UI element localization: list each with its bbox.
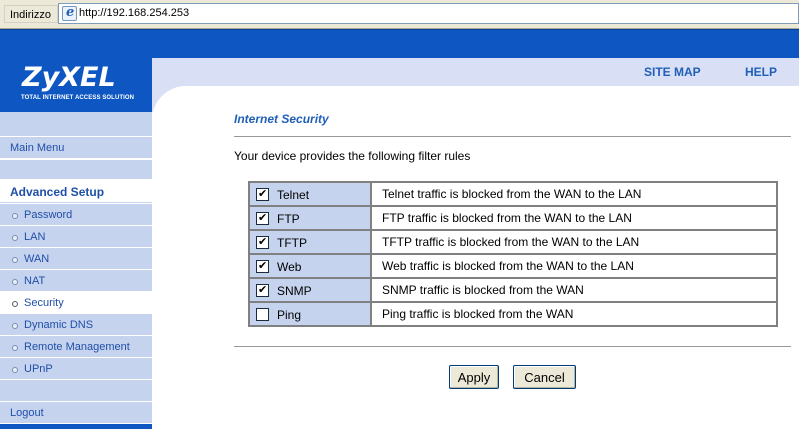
filter-rules-table: Telnet Telnet traffic is blocked from the… (248, 181, 778, 327)
rule-checkbox[interactable] (256, 283, 269, 297)
rule-description: FTP traffic is blocked from the WAN to t… (371, 206, 777, 230)
address-label: Indirizzo (4, 5, 58, 23)
cancel-button[interactable]: Cancel (513, 365, 576, 389)
rule-name-cell: TFTP (249, 230, 371, 254)
rule-label: FTP (277, 211, 300, 226)
rule-label: TFTP (277, 235, 307, 250)
rule-checkbox[interactable] (256, 211, 269, 225)
rule-checkbox[interactable] (256, 187, 269, 201)
table-row: Web Web traffic is blocked from the WAN t… (249, 254, 777, 278)
table-row: Ping Ping traffic is blocked from the WAN (249, 302, 777, 326)
top-banner (0, 29, 799, 58)
rule-name-cell: Telnet (249, 182, 371, 206)
help-link[interactable]: HELP (745, 65, 777, 79)
table-row: TFTP TFTP traffic is blocked from the WAN… (249, 230, 777, 254)
rule-description: Web traffic is blocked from the WAN to t… (371, 254, 777, 278)
rule-checkbox[interactable] (256, 307, 269, 321)
sidebar-item-security[interactable]: Security (0, 292, 152, 314)
divider (234, 136, 791, 137)
rule-label: Ping (277, 307, 302, 322)
rule-name-cell: Ping (249, 302, 371, 326)
sidebar-item-remote-management[interactable]: Remote Management (0, 336, 152, 358)
site-map-link[interactable]: SITE MAP (644, 65, 701, 79)
address-field[interactable]: http://192.168.254.253 (58, 3, 799, 24)
sidebar-spacer (0, 160, 152, 180)
sidebar-item-logout[interactable]: Logout (0, 402, 152, 424)
rule-name-cell: Web (249, 254, 371, 278)
zyxel-logo: ZyXEL TOTAL INTERNET ACCESS SOLUTION (0, 58, 152, 112)
internet-explorer-icon (62, 5, 77, 21)
sidebar-section-advanced-setup: Advanced Setup (0, 181, 152, 203)
table-row: FTP FTP traffic is blocked from the WAN t… (249, 206, 777, 230)
sidebar-item-lan[interactable]: LAN (0, 226, 152, 248)
sidebar-bottom-bar (0, 424, 152, 429)
divider (234, 346, 791, 347)
table-row: Telnet Telnet traffic is blocked from the… (249, 182, 777, 206)
rule-description: Telnet traffic is blocked from the WAN t… (371, 182, 777, 206)
rule-name-cell: FTP (249, 206, 371, 230)
sidebar-item-upnp[interactable]: UPnP (0, 358, 152, 380)
sidebar-item-wan[interactable]: WAN (0, 248, 152, 270)
table-row: SNMP SNMP traffic is blocked from the WAN (249, 278, 777, 302)
address-url[interactable]: http://192.168.254.253 (79, 7, 189, 19)
sidebar-spacer (0, 112, 152, 137)
sidebar-spacer (0, 380, 152, 402)
sidebar-item-dynamic-dns[interactable]: Dynamic DNS (0, 314, 152, 336)
page-title: Internet Security (234, 112, 329, 126)
rule-checkbox[interactable] (256, 235, 269, 249)
sidebar-item-main-menu[interactable]: Main Menu (0, 137, 152, 159)
rule-label: SNMP (277, 283, 312, 298)
apply-button[interactable]: Apply (449, 365, 499, 389)
rule-checkbox[interactable] (256, 259, 269, 273)
sidebar-item-nat[interactable]: NAT (0, 270, 152, 292)
sidebar: Main Menu Advanced Setup Password LAN WA… (0, 112, 152, 429)
browser-address-bar: Indirizzo http://192.168.254.253 (0, 0, 799, 29)
logo-wordmark: ZyXEL (22, 62, 116, 93)
rule-name-cell: SNMP (249, 278, 371, 302)
rule-description: SNMP traffic is blocked from the WAN (371, 278, 777, 302)
rule-description: TFTP traffic is blocked from the WAN to … (371, 230, 777, 254)
intro-text: Your device provides the following filte… (234, 149, 471, 163)
logo-tagline: TOTAL INTERNET ACCESS SOLUTION (21, 95, 135, 101)
rule-label: Web (277, 259, 302, 274)
rule-description: Ping traffic is blocked from the WAN (371, 302, 777, 326)
sidebar-item-password[interactable]: Password (0, 204, 152, 226)
rule-label: Telnet (277, 187, 310, 202)
